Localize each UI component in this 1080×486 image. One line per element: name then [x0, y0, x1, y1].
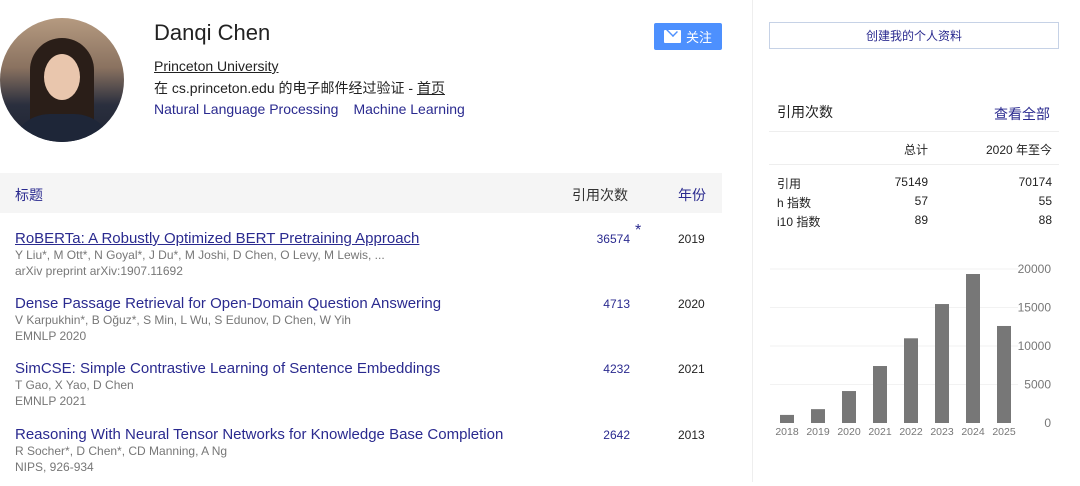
sort-year[interactable]: 年份	[678, 185, 706, 205]
stat-since: 70174	[1018, 175, 1052, 189]
bar-2021[interactable]	[873, 366, 887, 423]
stat-label: h 指数	[777, 196, 812, 210]
bar-2019[interactable]	[811, 409, 825, 423]
stats-table: 引用 75149 70174 h 指数 57 55 i10 指数 89 88	[777, 175, 1052, 232]
follow-button[interactable]: 关注	[654, 23, 722, 50]
col-all: 总计	[903, 143, 928, 157]
x-tick-label: 2018	[775, 426, 799, 438]
divider	[769, 131, 1059, 132]
stats-row: 引用 75149 70174	[777, 175, 1052, 194]
bar-2020[interactable]	[842, 391, 856, 423]
bar-2025[interactable]	[997, 325, 1011, 423]
paper-venue: NIPS, 926-934	[15, 460, 94, 474]
follow-label: 关注	[685, 30, 712, 45]
paper-authors: Y Liu*, M Ott*, N Goyal*, J Du*, M Joshi…	[15, 248, 385, 262]
avatar	[0, 18, 124, 142]
x-tick-label: 2024	[961, 426, 985, 438]
paper-venue: EMNLP 2021	[15, 394, 87, 408]
bar-2023[interactable]	[935, 304, 949, 423]
y-tick-label: 10000	[1018, 339, 1052, 353]
merged-star: *	[635, 222, 642, 239]
interest-link[interactable]: Machine Learning	[353, 101, 464, 117]
stat-label: 引用	[777, 177, 802, 191]
header-cites: 引用次数	[572, 187, 628, 203]
paper-authors: T Gao, X Yao, D Chen	[15, 378, 134, 392]
x-tick-label: 2019	[806, 426, 830, 438]
paper-authors: R Socher*, D Chen*, CD Manning, A Ng	[15, 444, 228, 458]
stat-all: 75149	[894, 175, 928, 189]
table-row: Dense Passage Retrieval for Open-Domain …	[15, 295, 722, 355]
y-tick-label: 15000	[1018, 301, 1052, 315]
sort-title[interactable]: 标题	[15, 185, 43, 205]
interests: Natural Language Processing Machine Learn…	[154, 101, 480, 117]
cites-link[interactable]: 36574	[575, 232, 630, 246]
stats-row: h 指数 57 55	[777, 194, 1052, 213]
divider	[769, 164, 1059, 165]
table-row: RoBERTa: A Robustly Optimized BERT Pretr…	[15, 222, 722, 290]
email-verified: 在 cs.princeton.edu 的电子邮件经过验证 - 首页	[154, 78, 445, 98]
bar-2024[interactable]	[966, 274, 980, 423]
stat-label: i10 指数	[777, 215, 821, 229]
paper-venue: EMNLP 2020	[15, 329, 87, 343]
paper-venue: arXiv preprint arXiv:1907.11692	[15, 264, 183, 278]
table-header: 标题 引用次数 年份	[0, 173, 722, 213]
y-tick-label: 5000	[1024, 378, 1051, 392]
y-tick-label: 20000	[1018, 262, 1052, 276]
profile-name: Danqi Chen	[154, 20, 271, 45]
cites-link[interactable]: 2642	[575, 428, 630, 442]
paper-year: 2019	[678, 232, 705, 246]
x-tick-label: 2020	[837, 426, 861, 438]
interest-link[interactable]: Natural Language Processing	[154, 101, 338, 117]
bar-2018[interactable]	[780, 414, 794, 423]
stat-all: 57	[914, 194, 928, 208]
x-tick-label: 2022	[899, 426, 923, 438]
stat-all: 89	[914, 213, 928, 227]
affiliation-link[interactable]: Princeton University	[154, 58, 279, 74]
mail-icon	[663, 30, 681, 43]
col-since: 2020 年至今	[985, 143, 1052, 157]
paper-year: 2013	[678, 428, 705, 442]
cites-link[interactable]: 4232	[575, 362, 630, 376]
homepage-link[interactable]: 首页	[417, 80, 445, 96]
paper-year: 2021	[678, 362, 705, 376]
x-tick-label: 2023	[930, 426, 954, 438]
paper-year: 2020	[678, 297, 705, 311]
paper-authors: V Karpukhin*, B Oğuz*, S Min, L Wu, S Ed…	[15, 313, 351, 327]
table-row: SimCSE: Simple Contrastive Learning of S…	[15, 360, 722, 420]
bar-2022[interactable]	[904, 338, 918, 423]
column-divider	[752, 0, 753, 482]
stats-row: i10 指数 89 88	[777, 213, 1052, 232]
cited-by-heading: 引用次数	[777, 104, 833, 120]
email-text: 在 cs.princeton.edu 的电子邮件经过验证 -	[154, 80, 417, 96]
citations-chart: 20000 15000 10000 5000 0 2018 2019 2020 2021 2022…	[770, 262, 1052, 438]
stat-since: 55	[1038, 194, 1052, 208]
stat-since: 88	[1038, 213, 1052, 227]
y-tick-label: 0	[1044, 416, 1051, 430]
x-tick-label: 2021	[868, 426, 892, 438]
view-all-link[interactable]: 查看全部	[994, 104, 1050, 124]
cites-link[interactable]: 4713	[575, 297, 630, 311]
x-tick-label: 2025	[992, 426, 1016, 438]
table-row: Reasoning With Neural Tensor Networks fo…	[15, 426, 722, 486]
create-profile-button[interactable]: 创建我的个人资料	[769, 22, 1059, 49]
